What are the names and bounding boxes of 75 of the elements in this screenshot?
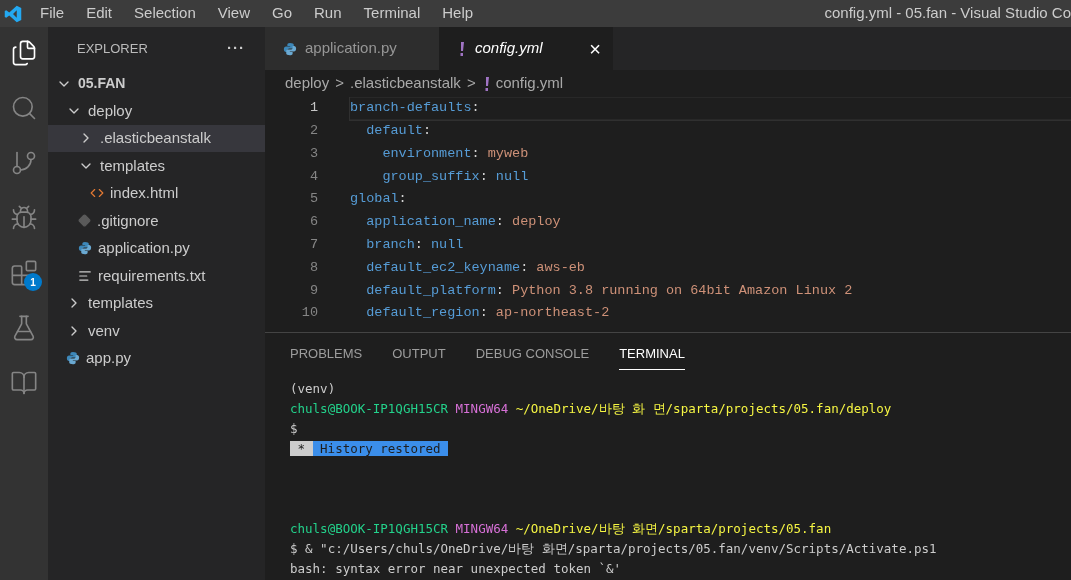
menu-item[interactable]: Terminal <box>363 2 421 25</box>
line-number: 1 <box>308 99 318 118</box>
folder-item[interactable]: templates <box>48 152 265 180</box>
branch-icon[interactable] <box>10 149 38 177</box>
menu-item[interactable]: Run <box>314 2 342 25</box>
line-number: 7 <box>308 236 318 255</box>
terminal-line: chuls@BOOK-IP1QGH15CR MINGW64 ~/OneDrive/바탕 화면/sparta/projects/05.fan <box>290 519 832 538</box>
breadcrumb-item[interactable]: .elasticbeanstalk <box>349 72 461 95</box>
sidebar-title: EXPLORER <box>77 39 148 58</box>
text-file-icon <box>78 268 92 283</box>
python-icon <box>66 351 80 366</box>
menu-item[interactable]: File <box>40 2 65 25</box>
panel-tab[interactable]: PROBLEMS <box>290 337 363 371</box>
code-line: default: <box>365 122 433 141</box>
terminal-line: $ <box>290 419 298 438</box>
code-line: default_platform: Python 3.8 running on 64bit Amazon Linux 2 <box>365 281 854 300</box>
code-line: application_name: deploy <box>365 213 562 232</box>
menu-item[interactable]: Go <box>272 2 292 25</box>
code-line: group_suffix: null <box>381 167 530 186</box>
close-button[interactable]: × <box>589 33 601 64</box>
search-icon[interactable] <box>10 94 38 122</box>
code-line: default_region: ap-northeast-2 <box>365 304 611 323</box>
menu-item[interactable]: Selection <box>134 2 196 25</box>
python-icon <box>78 241 92 256</box>
terminal-line: bash: syntax error near unexpected token `&' <box>290 559 622 578</box>
tree-entry[interactable]: requirements.txt <box>48 262 265 290</box>
python-icon <box>283 41 297 56</box>
breadcrumb-item[interactable]: config.yml <box>495 72 564 95</box>
panel-tab[interactable]: OUTPUT <box>392 337 446 371</box>
tab-label: application.py <box>305 38 397 59</box>
folder-item[interactable]: venv <box>48 317 265 345</box>
git-icon <box>78 214 91 228</box>
extensions-icon[interactable] <box>10 259 38 287</box>
window-title: config.yml - 05.fan - Visual Studio Co <box>824 3 1071 24</box>
bug-icon[interactable] <box>10 204 38 232</box>
terminal-line: chuls@BOOK-IP1QGH15CR MINGW64 ~/OneDrive/바탕 화 면/sparta/projects/05.fan/deploy <box>290 399 892 418</box>
editor-tab[interactable]: config.yml × <box>439 27 613 70</box>
code-line: environment: myweb <box>381 144 530 163</box>
folder-item[interactable]: deploy <box>48 97 265 125</box>
menu-item[interactable]: View <box>217 2 250 25</box>
tree-entry[interactable]: app.py <box>48 344 265 372</box>
line-number: 8 <box>308 258 318 277</box>
more-actions-button[interactable]: ··· <box>227 37 245 60</box>
book-icon[interactable] <box>10 369 38 397</box>
menu-item[interactable]: Edit <box>86 2 113 25</box>
count-badge: 1 <box>24 273 42 291</box>
breadcrumb-item[interactable]: deploy <box>285 72 330 95</box>
line-number: 4 <box>308 167 318 186</box>
files-icon[interactable] <box>10 39 38 67</box>
panel-tab[interactable]: DEBUG CONSOLE <box>475 337 590 371</box>
folder-item[interactable]: 05.FAN <box>48 70 265 97</box>
terminal-line: $ & "c:/Users/chuls/OneDrive/바탕 화면/sparta/projects/05.fan/venv/Scripts/Activate.ps1 <box>290 539 937 558</box>
terminal-line: * History restored <box>290 439 448 459</box>
breadcrumb-separator: > <box>335 73 344 94</box>
line-number: 2 <box>308 122 318 141</box>
tab-label: config.yml <box>475 38 543 59</box>
editor-tab[interactable]: application.py <box>265 27 439 70</box>
breadcrumb-separator: > <box>466 73 476 94</box>
code-line: default_ec2_keyname: aws-eb <box>365 258 586 277</box>
folder-item[interactable]: templates <box>48 289 265 317</box>
folder-item[interactable]: .elasticbeanstalk <box>48 124 265 152</box>
app-logo-icon <box>4 4 22 23</box>
line-number: 9 <box>308 281 318 300</box>
line-number: 3 <box>308 144 318 163</box>
menu-item[interactable]: Help <box>442 2 474 25</box>
line-number: 5 <box>308 190 318 209</box>
code-line: global: <box>350 190 408 209</box>
tree-entry[interactable]: index.html <box>48 179 265 207</box>
code-line: branch: null <box>365 236 465 255</box>
terminal-line: (venv) <box>290 379 336 398</box>
panel-tab[interactable]: TERMINAL <box>619 337 685 371</box>
line-number: 6 <box>308 213 318 232</box>
tree-entry[interactable]: .gitignore <box>48 207 265 235</box>
tree-entry[interactable]: application.py <box>48 234 265 262</box>
line-number: 10 <box>300 304 318 323</box>
